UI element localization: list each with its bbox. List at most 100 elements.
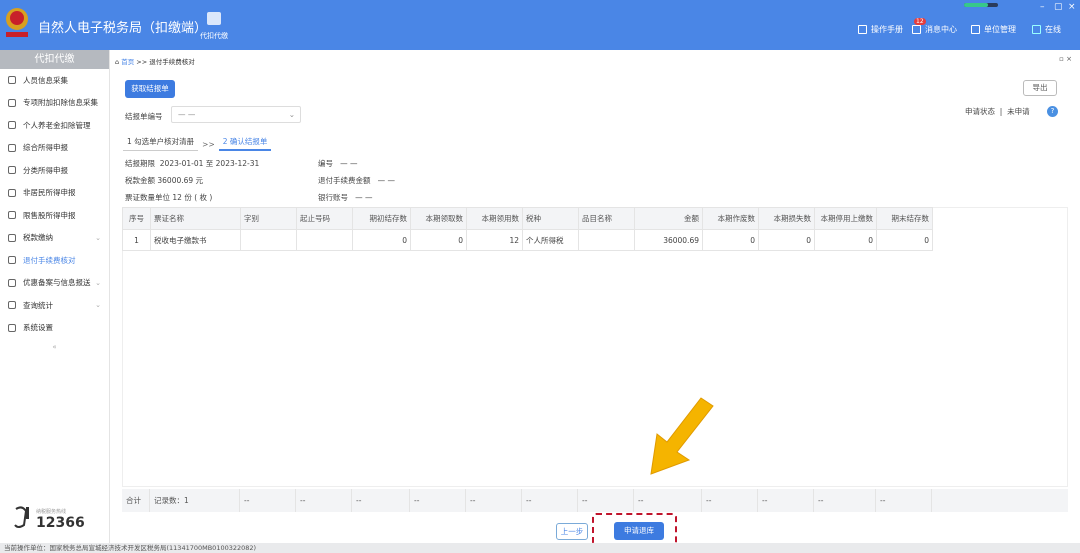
table-cell: 12 — [466, 229, 523, 251]
column-header: 序号 — [122, 207, 151, 230]
column-header: 本期停用上缴数 — [814, 207, 877, 230]
tax-emblem-logo — [6, 8, 28, 37]
table-cell: 0 — [876, 229, 933, 251]
table-cell: 0 — [814, 229, 877, 251]
table-cell: 1 — [122, 229, 151, 251]
step-sep: >> — [202, 140, 215, 149]
sidebar-item-10[interactable]: 查询统计 ⌄ — [0, 294, 109, 317]
chevron-down-icon: ⌄ — [95, 278, 101, 287]
footer-cell: -- — [578, 489, 634, 512]
report-no-select[interactable]: — — ⌄ — [171, 106, 301, 123]
folder-icon — [8, 233, 16, 242]
table-cell: 0 — [410, 229, 467, 251]
pension-icon — [8, 121, 16, 130]
file-icon — [8, 278, 16, 287]
table-cell — [578, 229, 635, 251]
module-agent[interactable]: 代扣代缴 — [198, 12, 230, 41]
column-header: 本期领用数 — [466, 207, 523, 230]
sidebar: 代扣代缴 人员信息采集专项附加扣除信息采集个人养老金扣除管理 综合所得申报分类所得… — [0, 50, 110, 543]
fetch-report-button[interactable]: 获取结报单 — [125, 80, 175, 98]
sidebar-item-1[interactable]: 专项附加扣除信息采集 — [0, 92, 109, 115]
voucher-table: 序号 票证名称 字别 起止号码 期初结存数 本期领取数 本期领用数 税种 品目名称 金额 本期作废数… — [122, 207, 933, 251]
table-cell — [240, 229, 297, 251]
monitor-icon — [1032, 25, 1041, 34]
prev-step-button[interactable]: 上一步 — [556, 523, 588, 540]
minimize-icon[interactable]: – — [1040, 2, 1045, 12]
sidebar-item-label: 退付手续费核对 — [23, 255, 76, 265]
breadcrumb-home[interactable]: 首页 — [121, 58, 134, 66]
column-header: 起止号码 — [296, 207, 353, 230]
manual-button[interactable]: 操作手册 — [858, 24, 903, 35]
close-icon[interactable]: × — [1068, 2, 1076, 12]
sidebar-title: 代扣代缴 — [0, 50, 109, 69]
tab-controls[interactable]: ▫ × — [1059, 55, 1072, 63]
hotline-label: 纳税服务热线 — [36, 509, 67, 515]
bank-account: 银行账号 — — — [318, 192, 373, 203]
help-icon[interactable]: ? — [1047, 106, 1058, 117]
column-header: 本期作废数 — [702, 207, 759, 230]
sidebar-item-label: 专项附加扣除信息采集 — [23, 98, 98, 108]
headset-icon — [14, 506, 29, 528]
hotline-number: 12366 — [36, 515, 85, 531]
maximize-icon[interactable]: ▢ — [1054, 2, 1063, 12]
bank-value: — — — [355, 193, 373, 202]
sidebar-item-9[interactable]: 优惠备案与信息报送 ⌄ — [0, 272, 109, 295]
sidebar-item-label: 非居民所得申报 — [23, 188, 76, 198]
tax-amount: 税款金额 36000.69 元 — [125, 175, 203, 186]
collapse-sidebar-icon[interactable]: « — [0, 343, 109, 351]
apply-status-label: 申请状态 — [965, 107, 995, 116]
step-2[interactable]: 2 确认结报单 — [218, 136, 272, 151]
column-header: 期初结存数 — [352, 207, 411, 230]
module-label: 代扣代缴 — [200, 32, 228, 40]
online-status[interactable]: 在线 — [1032, 24, 1061, 35]
unit-mgmt-button[interactable]: 单位管理 — [971, 24, 1016, 35]
footer-cell: -- — [634, 489, 702, 512]
column-header: 金额 — [634, 207, 703, 230]
progress-indicator — [964, 3, 998, 7]
sidebar-item-2[interactable]: 个人养老金扣除管理 — [0, 114, 109, 137]
fee-label: 退付手续费金额 — [318, 176, 371, 185]
bank-label: 银行账号 — [318, 193, 348, 202]
fee-value: — — — [377, 176, 396, 185]
table-footer: 合计 记录数：1 -- -- -- -- -- -- -- -- -- -- -- -- — [122, 489, 1068, 512]
table-cell: 0 — [758, 229, 815, 251]
table-row[interactable]: 1 税收电子缴款书 0 0 12 个人所得税 36000.69 0 0 0 0 — [122, 229, 933, 251]
column-header: 品目名称 — [578, 207, 635, 230]
column-header: 税种 — [522, 207, 579, 230]
table-cell: 个人所得税 — [522, 229, 579, 251]
chevron-down-icon: ⌄ — [95, 301, 101, 310]
sidebar-item-7[interactable]: 税款缴纳 ⌄ — [0, 227, 109, 250]
layers-icon — [8, 143, 16, 152]
column-header: 字别 — [240, 207, 297, 230]
person-icon — [8, 76, 16, 85]
export-button[interactable]: 导出 — [1023, 80, 1057, 96]
gear-icon — [8, 323, 16, 332]
chevron-down-icon: ⌄ — [288, 110, 295, 119]
highlight-box — [592, 513, 677, 546]
sidebar-item-label: 限售股所得申报 — [23, 210, 76, 220]
online-label: 在线 — [1045, 25, 1061, 34]
sidebar-item-label: 优惠备案与信息报送 — [23, 278, 91, 288]
sidebar-item-5[interactable]: 非居民所得申报 — [0, 182, 109, 205]
messages-label: 消息中心 — [925, 25, 957, 34]
sidebar-item-label: 分类所得申报 — [23, 165, 68, 175]
sidebar-item-3[interactable]: 综合所得申报 — [0, 137, 109, 160]
period-to: 2023-12-31 — [215, 159, 260, 168]
chart-icon — [8, 211, 16, 220]
table-cell: 0 — [702, 229, 759, 251]
sidebar-item-0[interactable]: 人员信息采集 — [0, 69, 109, 92]
no-value: — — — [340, 159, 358, 168]
footer-cell: -- — [814, 489, 876, 512]
period-label: 结报期限 — [125, 159, 155, 168]
sidebar-item-4[interactable]: 分类所得申报 — [0, 159, 109, 182]
sidebar-item-11[interactable]: 系统设置 — [0, 317, 109, 340]
sidebar-item-8[interactable]: 退付手续费核对 — [0, 249, 109, 272]
qty-label: 票证数量单位 — [125, 193, 170, 202]
tax-label: 税款金额 — [125, 176, 155, 185]
apply-status: 申请状态 | 未申请 — [965, 106, 1030, 117]
step-1[interactable]: 1 勾选单户核对清册 — [123, 136, 199, 151]
sidebar-item-6[interactable]: 限售股所得申报 — [0, 204, 109, 227]
sidebar-item-label: 税款缴纳 — [23, 233, 53, 243]
apply-status-value: 未申请 — [1007, 107, 1030, 116]
messages-button[interactable]: 消息中心 — [912, 24, 957, 35]
